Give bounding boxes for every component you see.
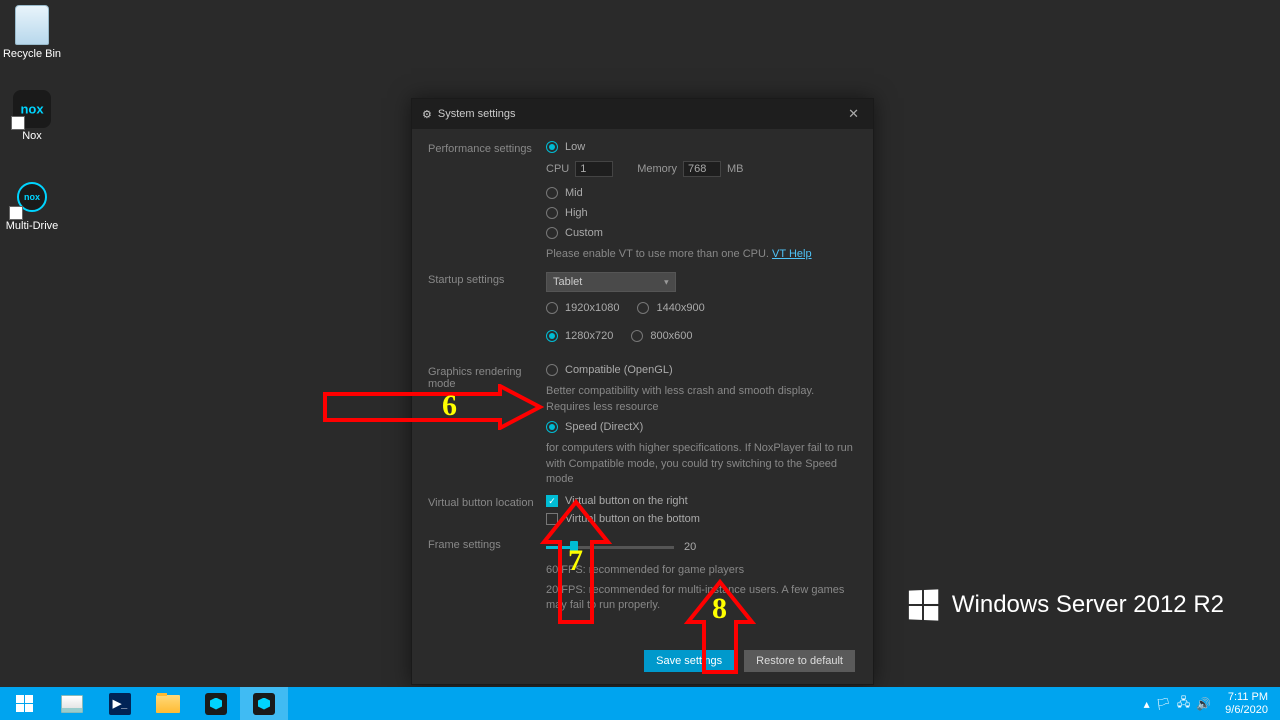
fps-hint-20: 20 FPS: recommended for multi-instance u… xyxy=(546,583,857,614)
compat-hint: Better compatibility with less crash and… xyxy=(546,384,857,415)
frame-label: Frame settings xyxy=(428,537,546,615)
windows-branding: Windows Server 2012 R2 xyxy=(908,590,1224,620)
vbtn-label: Virtual button location xyxy=(428,495,546,531)
fps-value: 20 xyxy=(684,541,696,553)
taskbar: ▶_ ▴ 🏳 🖧 🔊 7:11 PM 9/6/2020 xyxy=(0,687,1280,720)
nox-shortcut[interactable]: Nox xyxy=(2,90,62,142)
vt-hint: Please enable VT to use more than one CP… xyxy=(546,247,857,262)
restore-button[interactable]: Restore to default xyxy=(744,650,855,672)
close-icon[interactable]: ✕ xyxy=(844,106,863,122)
windows-logo-icon xyxy=(909,589,938,620)
multidrive-shortcut[interactable]: Multi-Drive xyxy=(2,176,62,232)
tray-sound-icon[interactable]: 🔊 xyxy=(1196,697,1211,711)
file-explorer-button[interactable] xyxy=(144,687,192,720)
startup-label: Startup settings xyxy=(428,272,546,358)
icon-label: Nox xyxy=(2,130,62,142)
res-800-radio[interactable]: 800x600 xyxy=(631,330,692,342)
vbtn-right-check[interactable]: Virtual button on the right xyxy=(546,495,857,507)
fps-hint-60: 60 FPS: recommended for game players xyxy=(546,563,857,578)
dialog-title-text: System settings xyxy=(438,108,516,120)
device-select[interactable]: Tablet xyxy=(546,272,676,292)
tray-network-icon[interactable]: 🖧 xyxy=(1177,693,1190,714)
icon-label: Multi-Drive xyxy=(2,220,62,232)
perf-high-radio[interactable]: High xyxy=(546,207,857,219)
gear-icon: ⚙ xyxy=(422,108,432,121)
system-settings-dialog: ⚙ System settings ✕ Performance settings… xyxy=(411,98,874,685)
res-1920-radio[interactable]: 1920x1080 xyxy=(546,302,619,314)
start-button[interactable] xyxy=(0,687,48,720)
server-manager-button[interactable] xyxy=(48,687,96,720)
res-1280-radio[interactable]: 1280x720 xyxy=(546,330,613,342)
perf-mid-radio[interactable]: Mid xyxy=(546,187,857,199)
perf-label: Performance settings xyxy=(428,141,546,264)
save-button[interactable]: Save settings xyxy=(644,650,734,672)
powershell-button[interactable]: ▶_ xyxy=(96,687,144,720)
tray-up-icon[interactable]: ▴ xyxy=(1144,697,1150,711)
system-tray: ▴ 🏳 🖧 🔊 7:11 PM 9/6/2020 xyxy=(1144,691,1280,716)
gfx-speed-radio[interactable]: Speed (DirectX) xyxy=(546,421,857,433)
res-1440-radio[interactable]: 1440x900 xyxy=(637,302,704,314)
gfx-compat-radio[interactable]: Compatible (OpenGL) xyxy=(546,364,857,376)
icon-label: Recycle Bin xyxy=(2,48,62,60)
tray-flag-icon[interactable]: 🏳 xyxy=(1156,697,1171,711)
nox-taskbar-button-2[interactable] xyxy=(240,687,288,720)
perf-low-radio[interactable]: Low xyxy=(546,141,857,153)
vt-help-link[interactable]: VT Help xyxy=(772,248,812,260)
cpu-input[interactable] xyxy=(575,161,613,177)
speed-hint: for computers with higher specifications… xyxy=(546,441,857,487)
recycle-bin-icon[interactable]: Recycle Bin xyxy=(2,4,62,60)
nox-taskbar-button[interactable] xyxy=(192,687,240,720)
vbtn-bottom-check[interactable]: Virtual button on the bottom xyxy=(546,513,857,525)
taskbar-clock[interactable]: 7:11 PM 9/6/2020 xyxy=(1219,691,1274,716)
memory-input[interactable] xyxy=(683,161,721,177)
perf-custom-radio[interactable]: Custom xyxy=(546,227,857,239)
dialog-titlebar[interactable]: ⚙ System settings ✕ xyxy=(412,99,873,129)
gfx-label: Graphics rendering mode xyxy=(428,364,546,489)
fps-slider[interactable] xyxy=(546,546,674,549)
